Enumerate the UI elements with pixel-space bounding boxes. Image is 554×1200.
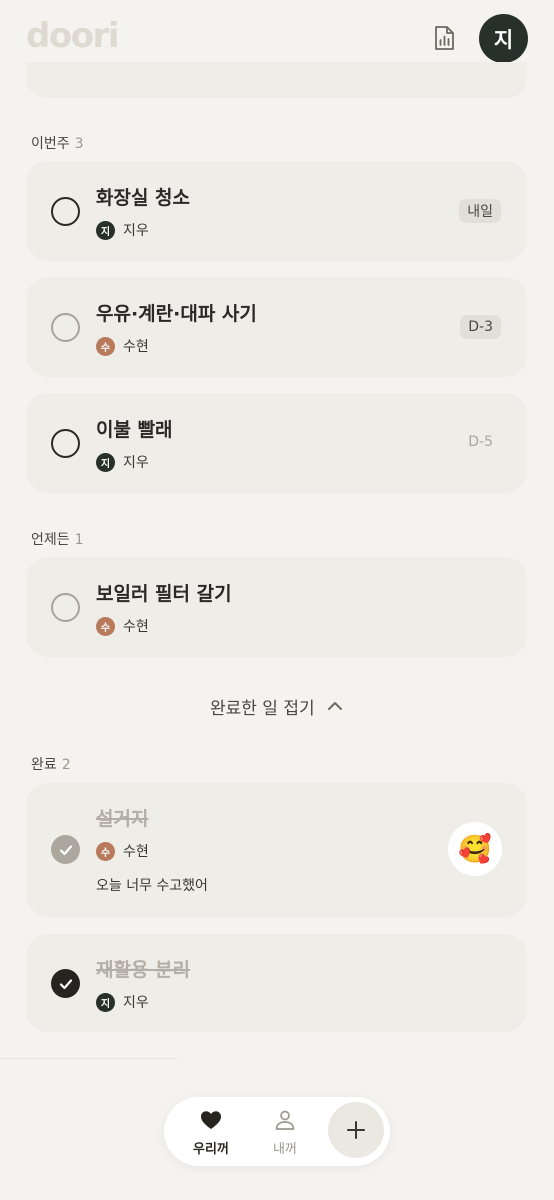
assignee-name: 지우 <box>123 455 149 471</box>
section-anytime: 언제든 1 <box>31 529 84 549</box>
section-this-week: 이번주 3 <box>31 133 84 153</box>
section-label: 언제든 <box>31 532 70 548</box>
task-title: 화장실 청소 <box>96 187 191 209</box>
collapse-label: 완료한 일 접기 <box>209 699 315 719</box>
task-checkbox-checked[interactable] <box>51 969 80 998</box>
add-task-button[interactable] <box>328 1102 384 1158</box>
due-badge: 내일 <box>459 199 501 223</box>
reaction-bubble[interactable]: 🥰 <box>448 822 502 876</box>
plus-icon <box>347 1121 365 1139</box>
collapse-done-toggle[interactable]: 완료한 일 접기 <box>0 694 554 719</box>
report-icon[interactable] <box>430 24 458 52</box>
heart-icon <box>201 1111 221 1129</box>
checkmark-icon <box>59 978 72 989</box>
checkmark-icon <box>59 844 72 855</box>
previous-card-edge <box>26 62 527 98</box>
assignee-name: 지우 <box>123 995 149 1011</box>
divider <box>0 1058 178 1059</box>
done-task-card[interactable]: 재활용 분리 지 지우 <box>26 934 527 1032</box>
task-card[interactable]: 우유·계란·대파 사기 수 수현 D-3 <box>26 277 527 377</box>
task-assignee: 수 수현 <box>96 616 149 636</box>
assignee-name: 지우 <box>123 223 149 239</box>
task-title: 설거지 <box>96 808 149 830</box>
task-checkbox-checked[interactable] <box>51 835 80 864</box>
avatar: 지 <box>96 992 115 1012</box>
person-icon <box>275 1110 295 1130</box>
assignee-name: 수현 <box>123 619 149 635</box>
due-badge: D-3 <box>460 315 501 339</box>
task-assignee: 지 지우 <box>96 220 149 240</box>
section-count: 3 <box>74 136 84 152</box>
chevron-up-icon <box>320 697 344 717</box>
task-assignee: 지 지우 <box>96 452 149 472</box>
nav-mine-tab[interactable]: 내꺼 <box>255 1109 315 1157</box>
due-label: D-5 <box>468 434 493 450</box>
task-assignee: 수 수현 <box>96 336 149 356</box>
task-card[interactable]: 화장실 청소 지 지우 내일 <box>26 161 527 261</box>
section-count: 1 <box>74 532 84 548</box>
avatar: 수 <box>96 616 115 636</box>
task-assignee: 수 수현 <box>96 841 149 861</box>
app-screen: doori 지 이번주3 화장실 청소 지 지우 내일 우유·계란·대파 사기 <box>0 0 554 1200</box>
assignee-name: 수현 <box>123 844 149 860</box>
task-checkbox[interactable] <box>51 313 80 342</box>
avatar: 수 <box>96 841 115 861</box>
task-assignee: 지 지우 <box>96 992 149 1012</box>
task-title: 보일러 필터 갈기 <box>96 583 232 605</box>
task-comment: 오늘 너무 수고했어 <box>96 878 208 894</box>
assignee-name: 수현 <box>123 339 149 355</box>
profile-avatar[interactable]: 지 <box>479 14 528 63</box>
nav-label: 내꺼 <box>273 1142 297 1157</box>
nav-label: 우리꺼 <box>193 1142 229 1157</box>
task-checkbox[interactable] <box>51 429 80 458</box>
avatar: 수 <box>96 336 115 356</box>
section-count: 2 <box>61 757 71 773</box>
task-checkbox[interactable] <box>51 593 80 622</box>
task-checkbox[interactable] <box>51 197 80 226</box>
task-card[interactable]: 이불 빨래 지 지우 D-5 <box>26 393 527 493</box>
smiling-face-with-hearts-icon: 🥰 <box>458 834 492 865</box>
avatar: 지 <box>96 452 115 472</box>
nav-us-tab[interactable]: 우리꺼 <box>181 1109 241 1157</box>
task-card[interactable]: 보일러 필터 갈기 수 수현 <box>26 557 527 657</box>
task-title: 재활용 분리 <box>96 959 191 981</box>
section-label: 이번주 <box>31 136 70 152</box>
bottom-nav: 우리꺼 내꺼 <box>164 1097 390 1166</box>
task-title: 이불 빨래 <box>96 419 173 441</box>
section-done: 완료 2 <box>31 754 71 774</box>
section-label: 완료 <box>31 757 57 773</box>
app-logo: doori <box>26 16 119 56</box>
done-task-card[interactable]: 설거지 수 수현 오늘 너무 수고했어 🥰 <box>26 783 527 917</box>
avatar: 지 <box>96 220 115 240</box>
task-title: 우유·계란·대파 사기 <box>96 303 257 325</box>
